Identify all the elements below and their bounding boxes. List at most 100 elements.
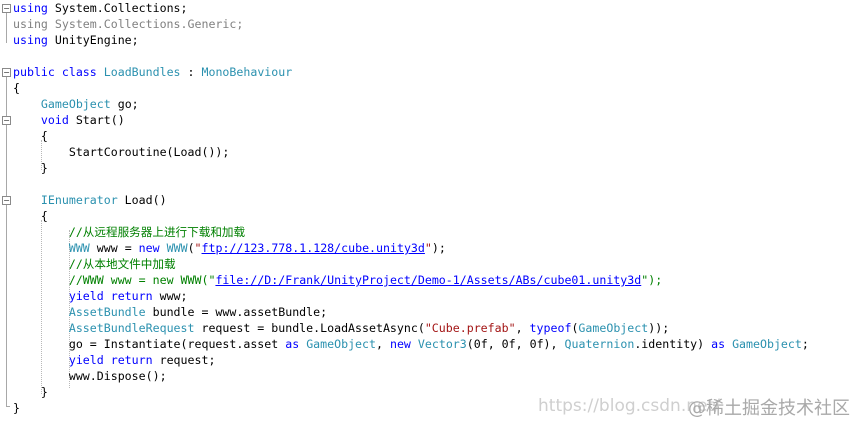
code-token: System.Collections; xyxy=(47,1,188,15)
code-token: { xyxy=(13,209,48,223)
code-token: "); xyxy=(641,273,663,287)
code-line-text: { xyxy=(13,208,48,224)
code-line[interactable]: AssetBundle bundle = www.assetBundle; xyxy=(0,304,866,320)
code-token: : xyxy=(180,65,202,79)
code-token: ( xyxy=(187,241,195,255)
code-token: GameObject xyxy=(732,337,802,351)
code-token: LoadBundles xyxy=(103,65,181,79)
code-line-text: { xyxy=(13,128,48,144)
code-token: using System.Collections.Generic; xyxy=(13,17,244,31)
code-line[interactable]: } xyxy=(0,160,866,176)
code-line-text: void Start() xyxy=(13,112,125,128)
code-token: AssetBundleRequest xyxy=(68,321,195,335)
code-line-text: public class LoadBundles : MonoBehaviour xyxy=(13,64,292,80)
code-token: StartCoroutine(Load()); xyxy=(13,145,230,159)
collapse-icon[interactable]: − xyxy=(2,196,11,205)
code-line-text: StartCoroutine(Load()); xyxy=(13,144,230,160)
code-line[interactable]: yield return www; xyxy=(0,288,866,304)
code-line-text: WWW www = new WWW("ftp://123.778.1.128/c… xyxy=(13,240,446,256)
code-token: www = xyxy=(89,241,139,255)
code-line-text: using System.Collections; xyxy=(13,0,188,16)
code-line[interactable]: { xyxy=(0,208,866,224)
code-line-text: AssetBundle bundle = www.assetBundle; xyxy=(13,304,327,320)
code-token: ftp://123.778.1.128/cube.unity3d xyxy=(201,241,425,255)
code-token: GameObject xyxy=(306,337,376,351)
watermark-brand: @稀土掘金技术社区 xyxy=(688,398,850,419)
code-line[interactable]: yield return request; xyxy=(0,352,866,368)
code-token: //WWW www = new WWW(" xyxy=(68,273,216,287)
code-line-text: } xyxy=(13,384,48,400)
code-line-text: GameObject go; xyxy=(13,96,139,112)
code-line[interactable]: − IEnumerator Load() xyxy=(0,192,866,208)
code-token: typeof xyxy=(529,321,572,335)
code-line-text: //WWW www = new WWW("file://D:/Frank/Uni… xyxy=(13,272,662,288)
code-line-text: using System.Collections.Generic; xyxy=(13,16,243,32)
code-line-text: using UnityEngine; xyxy=(13,32,139,48)
code-line[interactable] xyxy=(0,176,866,192)
code-token: as xyxy=(711,337,726,351)
code-token: www.Dispose(); xyxy=(13,369,167,383)
code-token: , xyxy=(515,321,530,335)
code-line-text: //从本地文件中加载 xyxy=(13,256,176,272)
collapse-icon[interactable]: − xyxy=(2,4,11,13)
code-token: WWW xyxy=(166,241,188,255)
code-token: yield return xyxy=(68,289,153,303)
code-token: MonoBehaviour xyxy=(201,65,293,79)
code-line-text: } xyxy=(13,160,48,176)
code-token: ); xyxy=(431,241,446,255)
code-token: " xyxy=(194,241,202,255)
code-line[interactable]: − void Start() xyxy=(0,112,866,128)
code-token: } xyxy=(13,161,48,175)
code-token: new xyxy=(138,241,160,255)
code-token: GameObject xyxy=(578,321,649,335)
code-token: request = bundle.LoadAssetAsync( xyxy=(194,321,425,335)
code-line-text: } xyxy=(13,400,20,416)
code-line-text: www.Dispose(); xyxy=(13,368,167,384)
code-token: IEnumerator xyxy=(40,193,118,207)
code-token: (0f, 0f, 0f), xyxy=(466,337,565,351)
code-line[interactable]: − using System.Collections; xyxy=(0,0,866,16)
code-token: ; xyxy=(801,337,809,351)
code-token: GameObject xyxy=(40,97,111,111)
code-line[interactable]: using UnityEngine; xyxy=(0,32,866,48)
code-line[interactable]: { xyxy=(0,80,866,96)
code-token: )); xyxy=(648,321,670,335)
code-line[interactable]: − public class LoadBundles : MonoBehaviou… xyxy=(0,64,866,80)
code-token: Vector3 xyxy=(417,337,467,351)
code-line-text: go = Instantiate(request.asset as GameOb… xyxy=(13,336,809,352)
code-line[interactable]: //WWW www = new WWW("file://D:/Frank/Uni… xyxy=(0,272,866,288)
code-line[interactable]: www.Dispose(); xyxy=(0,368,866,384)
code-editor[interactable]: − using System.Collections; using System.C… xyxy=(0,0,866,431)
code-line[interactable]: StartCoroutine(Load()); xyxy=(0,144,866,160)
code-token: Start() xyxy=(68,113,125,127)
code-token: " xyxy=(424,241,432,255)
code-line[interactable]: using System.Collections.Generic; xyxy=(0,16,866,32)
code-token: "Cube.prefab" xyxy=(424,321,516,335)
code-line[interactable]: GameObject go; xyxy=(0,96,866,112)
code-token: , xyxy=(376,337,390,351)
collapse-icon[interactable]: − xyxy=(2,116,11,125)
code-line-text: AssetBundleRequest request = bundle.Load… xyxy=(13,320,669,336)
code-line[interactable] xyxy=(0,48,866,64)
code-line[interactable]: //从远程服务器上进行下载和加载 xyxy=(0,224,866,240)
code-line[interactable]: go = Instantiate(request.asset as GameOb… xyxy=(0,336,866,352)
code-line[interactable]: //从本地文件中加载 xyxy=(0,256,866,272)
collapse-icon[interactable]: − xyxy=(2,68,11,77)
code-token: public class xyxy=(13,65,97,79)
code-line[interactable]: WWW www = new WWW("ftp://123.778.1.128/c… xyxy=(0,240,866,256)
code-line-text: yield return www; xyxy=(13,288,188,304)
code-line[interactable]: { xyxy=(0,128,866,144)
code-token: using xyxy=(13,1,48,15)
code-line[interactable]: AssetBundleRequest request = bundle.Load… xyxy=(0,320,866,336)
code-token: file://D:/Frank/UnityProject/Demo-1/Asse… xyxy=(215,273,642,287)
